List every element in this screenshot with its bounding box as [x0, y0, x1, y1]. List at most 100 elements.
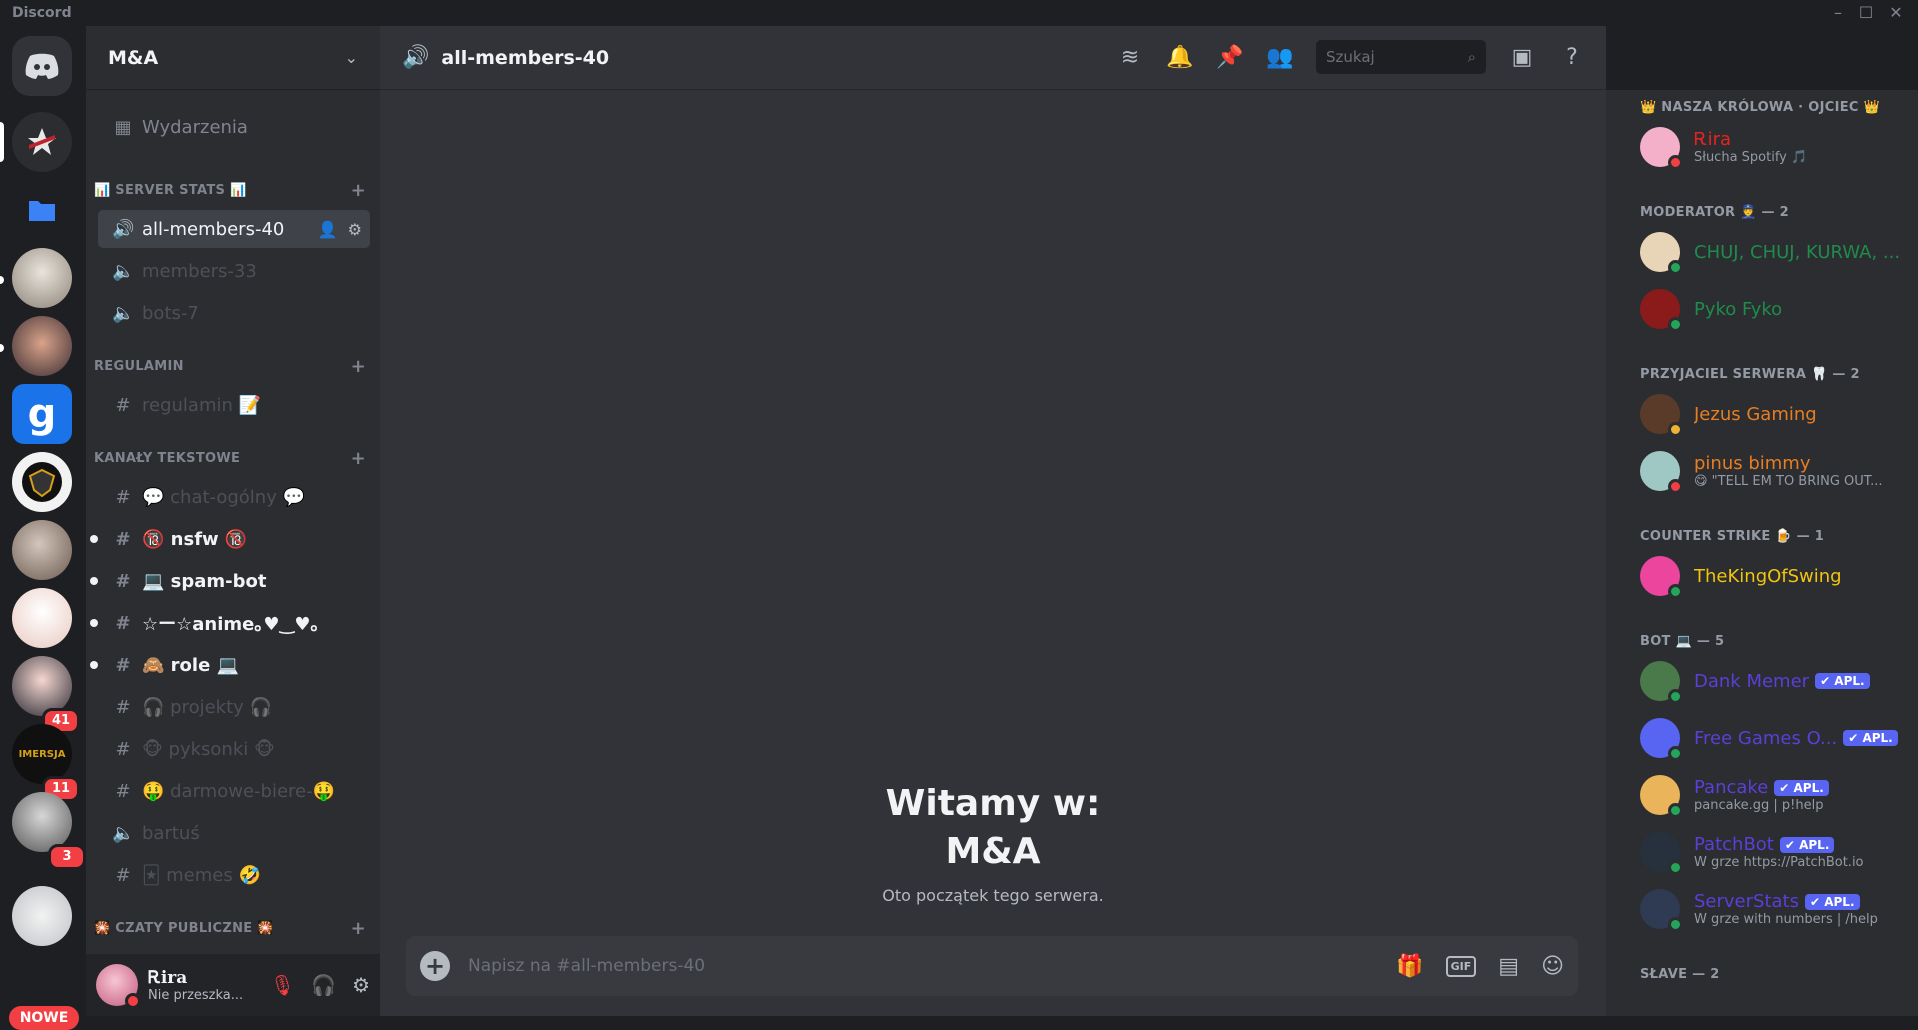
category-server-stats[interactable]: 📊 SERVER STATS 📊 +	[94, 178, 376, 202]
member-item[interactable]: Ꭱira Słucha Spotify 🎵	[1640, 122, 1910, 172]
channel-bots[interactable]: 🔈 bots-7	[98, 294, 370, 332]
folder-icon[interactable]	[12, 180, 72, 240]
member-item[interactable]: PatchBot ✔ APL. W grze https://PatchBot.io	[1640, 827, 1910, 877]
message-input[interactable]: Napisz na #all-members-40	[468, 956, 705, 976]
add-channel-icon[interactable]: +	[351, 448, 366, 469]
username: Ꭱira	[148, 967, 188, 988]
pin-icon[interactable]: 📌	[1216, 43, 1244, 71]
member-group-header: BOT 💻 — 5	[1640, 634, 1725, 649]
member-item[interactable]: pinus bimmy 😋 "TELL EM TO BRING OUT...	[1640, 446, 1910, 496]
category-rules[interactable]: REGULAMIN +	[94, 354, 376, 378]
channel-projekty[interactable]: # 🎧 projekty 🎧	[98, 688, 370, 726]
mic-muted-icon[interactable]: 🎙	[270, 973, 295, 997]
member-item[interactable]: Pancake ✔ APL. pancake.gg | p!help	[1640, 770, 1910, 820]
add-attachment-icon[interactable]: +	[420, 951, 450, 981]
settings-icon[interactable]: ⚙	[352, 973, 370, 997]
help-icon[interactable]: ?	[1558, 43, 1586, 71]
invite-icon[interactable]: 👤	[318, 220, 338, 239]
hash-icon: #	[115, 486, 131, 508]
channel-pyksonki[interactable]: # 🐵 pyksonki 🐵	[98, 730, 370, 768]
member-group-header: PRZYJACIEL SERWERA 🦷 — 2	[1640, 367, 1860, 382]
bell-icon[interactable]: 🔔	[1166, 43, 1194, 71]
message-composer[interactable]: + Napisz na #all-members-40 🎁 GIF ▤ ☺	[406, 936, 1578, 996]
new-unreads-pill[interactable]: NOWE	[9, 1006, 79, 1030]
dnd-status-icon	[125, 993, 141, 1009]
status-indicator-icon	[1668, 584, 1683, 599]
emoji-icon[interactable]: ☺	[1541, 954, 1564, 979]
search-input[interactable]: Szukaj ⌕	[1316, 40, 1486, 74]
add-channel-icon[interactable]: +	[351, 918, 366, 939]
close-icon[interactable]: ✕	[1876, 0, 1916, 26]
channel-darmowe[interactable]: # 🤑 darmowe-biere-🤑	[98, 772, 370, 810]
server-icon-7[interactable]	[12, 588, 72, 648]
channel-chat-general[interactable]: # 💬 chat-ogólny 💬	[98, 478, 370, 516]
member-group-header: 👑 NASZA KRÓLOWA · OJCIEC 👑	[1640, 100, 1881, 115]
member-item[interactable]: Pyko Fyko	[1640, 284, 1910, 334]
member-item[interactable]: TheKingOfSwing	[1640, 551, 1910, 601]
server-icon-6[interactable]	[12, 520, 72, 580]
channel-role[interactable]: # 🙈 role 💻	[90, 646, 370, 684]
member-item[interactable]: Free Games O... ✔ APL.	[1640, 713, 1910, 763]
category-text-channels[interactable]: KANAŁY TEKSTOWE +	[94, 446, 376, 470]
channel-spam-bot[interactable]: # 💻 spam-bot	[90, 562, 370, 600]
add-channel-icon[interactable]: +	[351, 180, 366, 201]
unread-indicator	[0, 344, 4, 352]
channel-label: 🃏 memes 🤣	[142, 864, 261, 886]
title-bar: Discord – ☐ ✕	[0, 0, 1918, 26]
avatar	[1640, 718, 1683, 761]
add-channel-icon[interactable]: +	[351, 356, 366, 377]
server-icon-9[interactable]: IMERSJA	[12, 724, 72, 784]
channel-nsfw[interactable]: # 🔞 nsfw 🔞	[90, 520, 370, 558]
user-status: Nie przeszka...	[148, 987, 244, 1003]
selected-server-indicator	[0, 122, 4, 162]
server-icon-10[interactable]	[12, 792, 72, 852]
channel-list: ▦ Wydarzenia 📊 SERVER STATS 📊 + 🔊 all-membe…	[86, 96, 380, 946]
channel-members[interactable]: 🔈 members-33	[98, 252, 370, 290]
gif-button[interactable]: GIF	[1445, 955, 1477, 977]
hash-icon: #	[115, 864, 131, 886]
member-name: Ꭱira	[1694, 129, 1732, 150]
server-icon-2[interactable]	[12, 248, 72, 308]
sticker-icon[interactable]: ▤	[1498, 954, 1519, 979]
member-name: Pyko Fyko	[1694, 298, 1783, 320]
channel-memes[interactable]: # 🃏 memes 🤣	[98, 856, 370, 894]
member-name: ServerStats	[1694, 891, 1799, 912]
welcome-title: Witamy w:	[885, 783, 1101, 824]
unread-dot	[90, 619, 98, 627]
server-icon-5[interactable]	[12, 452, 72, 512]
server-icon-8[interactable]	[12, 656, 72, 716]
member-item[interactable]: Jezus Gaming	[1640, 389, 1910, 439]
channel-all-members[interactable]: 🔊 all-members-40 👤 ⚙	[98, 210, 370, 248]
member-activity: W grze https://PatchBot.io	[1694, 855, 1864, 870]
events-item[interactable]: ▦ Wydarzenia	[98, 108, 370, 146]
member-group-header: COUNTER STRIKE 🍺 — 1	[1640, 529, 1825, 544]
channel-label: bartuś	[142, 822, 200, 844]
avatar	[1640, 661, 1683, 704]
avatar	[1640, 889, 1683, 932]
server-header[interactable]: M&A ⌄	[86, 26, 380, 90]
gift-icon[interactable]: 🎁	[1396, 954, 1423, 979]
channel-anime[interactable]: # ☆ー☆anime｡♥‿♥｡	[90, 604, 370, 642]
channel-label: ☆ー☆anime｡♥‿♥｡	[142, 614, 320, 635]
member-item[interactable]: Dank Memer ✔ APL.	[1640, 656, 1910, 706]
channel-rules[interactable]: # regulamin 📝	[98, 386, 370, 424]
category-public-voice[interactable]: 🎇 CZATY PUBLICZNE 🎇 +	[94, 916, 376, 940]
server-icon-g[interactable]: g	[12, 384, 72, 444]
inbox-icon[interactable]: ▣	[1508, 43, 1536, 71]
server-icon-11[interactable]	[12, 886, 72, 946]
server-icon-ma[interactable]	[12, 112, 72, 172]
member-item[interactable]: ServerStats ✔ APL. W grze with numbers | /…	[1640, 884, 1910, 934]
settings-icon[interactable]: ⚙	[348, 220, 362, 239]
home-button[interactable]	[12, 36, 72, 96]
member-item[interactable]: CHUJ, CHUJ, KURWA, ...	[1640, 227, 1910, 277]
avatar[interactable]	[96, 964, 141, 1009]
channel-bartus[interactable]: 🔈 bartuś	[98, 814, 370, 852]
member-list-icon[interactable]: 👥	[1266, 43, 1294, 71]
app-badge: ✔ APL.	[1843, 730, 1898, 746]
headphones-icon[interactable]: 🎧	[311, 973, 336, 997]
channel-label: 🐵 pyksonki 🐵	[142, 738, 275, 760]
search-placeholder: Szukaj	[1326, 48, 1375, 66]
avatar	[1640, 775, 1683, 818]
threads-icon[interactable]: ≋	[1116, 43, 1144, 71]
server-icon-3[interactable]	[12, 316, 72, 376]
